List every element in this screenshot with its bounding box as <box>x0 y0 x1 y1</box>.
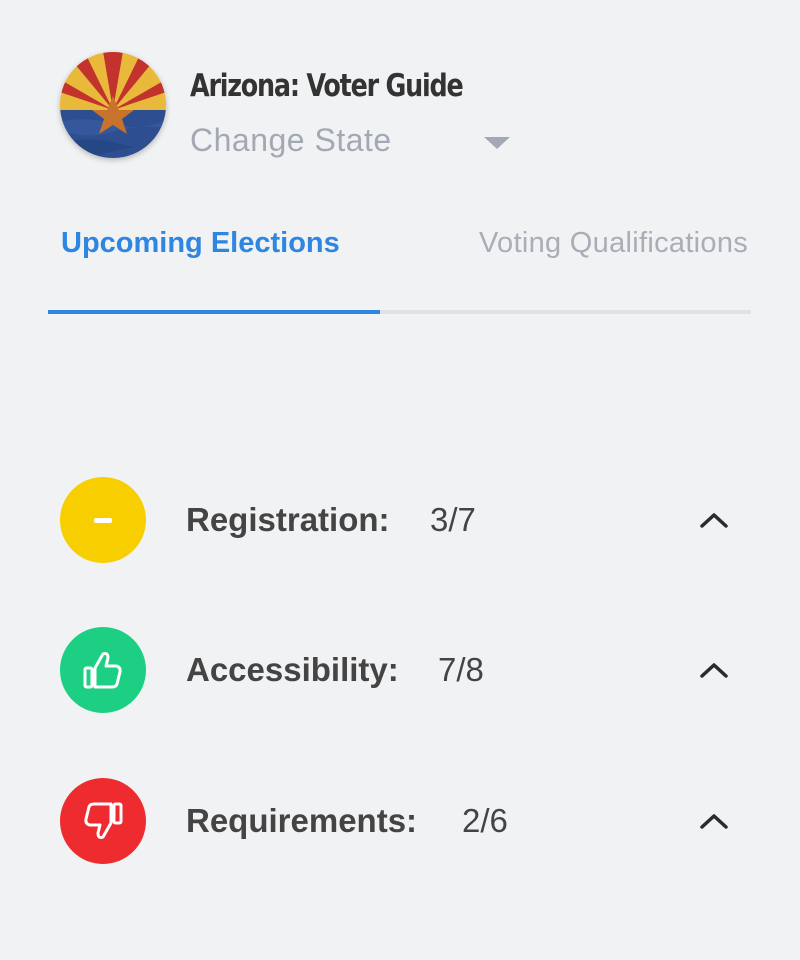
change-state-link[interactable]: Change State <box>190 122 392 159</box>
caret-down-icon[interactable] <box>484 137 510 149</box>
minus-icon <box>94 518 112 523</box>
category-score: 2/6 <box>462 802 508 839</box>
chevron-up-icon[interactable] <box>694 657 734 681</box>
chevron-up-icon[interactable] <box>694 808 734 832</box>
tab-bar: Upcoming Elections Voting Qualifications <box>48 215 751 317</box>
tab-upcoming-elections[interactable]: Upcoming Elections <box>61 227 340 260</box>
category-row-requirements[interactable]: Requirements: 2/6 <box>60 778 740 866</box>
chevron-up-icon[interactable] <box>694 507 734 531</box>
thumbs-down-icon <box>84 802 123 839</box>
status-badge-neutral <box>60 477 146 563</box>
category-label: Registration: <box>186 501 390 538</box>
arizona-flag-icon <box>60 52 166 158</box>
status-badge-positive <box>60 627 146 713</box>
category-label: Requirements: <box>186 802 418 839</box>
category-row-registration[interactable]: Registration: 3/7 <box>60 477 740 565</box>
page-title: Arizona: Voter Guide <box>190 68 464 104</box>
tab-voting-qualifications[interactable]: Voting Qualifications <box>479 227 748 260</box>
category-score: 7/8 <box>438 651 484 688</box>
category-row-accessibility[interactable]: Accessibility: 7/8 <box>60 627 740 715</box>
category-score: 3/7 <box>430 501 476 538</box>
thumbs-up-icon <box>83 652 122 689</box>
category-label: Accessibility: <box>186 651 399 688</box>
status-badge-negative <box>60 778 146 864</box>
voter-guide-header: Arizona: Voter Guide Change State <box>60 52 580 162</box>
active-tab-indicator <box>48 310 380 314</box>
